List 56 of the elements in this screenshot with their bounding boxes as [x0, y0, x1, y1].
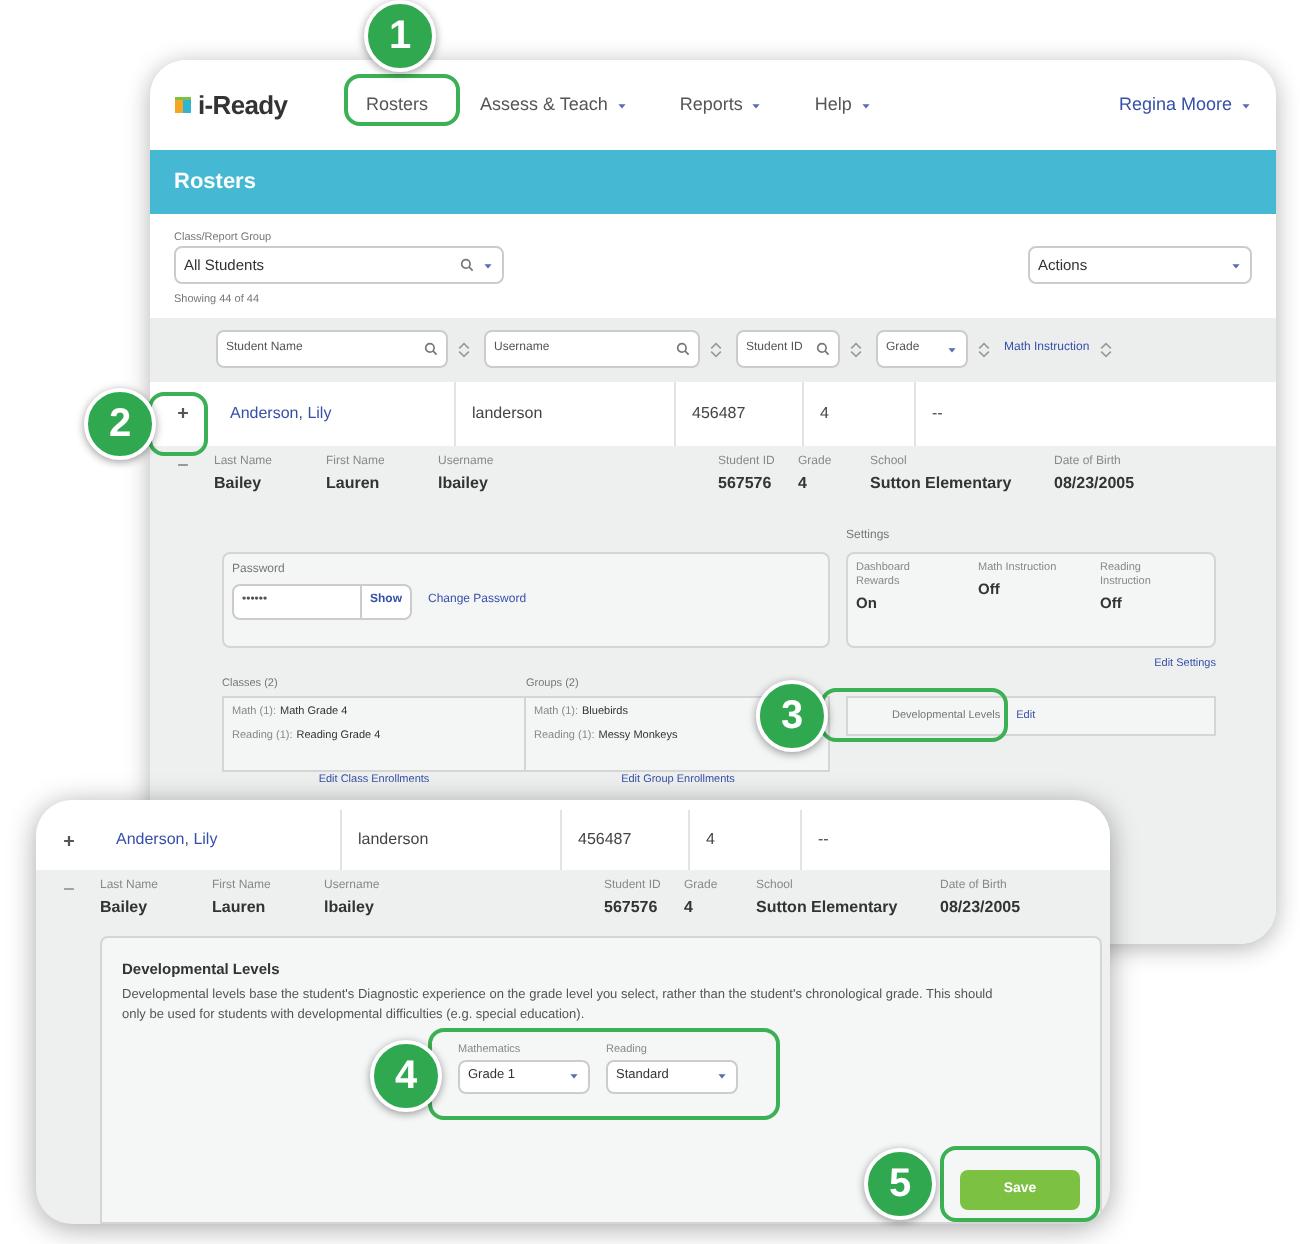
search-icon — [816, 342, 830, 356]
field-value: 4 — [684, 896, 695, 920]
sort-icon — [1097, 339, 1114, 359]
student-name-link[interactable]: Anderson, Lily — [230, 401, 332, 425]
table-cell: landerson — [358, 828, 429, 852]
caret-icon — [1230, 259, 1242, 272]
field-value: 567576 — [718, 471, 774, 495]
plus-icon — [175, 406, 189, 420]
caret-icon — [568, 1070, 580, 1082]
cube-logo-icon — [174, 95, 194, 115]
sort-icon — [848, 339, 864, 359]
caret-icon — [1240, 99, 1252, 111]
highlight-outline — [344, 74, 460, 126]
minus-icon — [61, 882, 75, 896]
caret-icon — [750, 99, 763, 111]
nav-link[interactable]: Reports — [679, 91, 763, 119]
step-number-badge: 2 — [84, 388, 156, 460]
user-menu[interactable]: Regina Moore — [1118, 91, 1252, 119]
field-value: 08/23/2005 — [940, 896, 1023, 920]
search-icon — [676, 342, 690, 356]
table-cell: 456487 — [692, 401, 746, 425]
search-icon — [424, 342, 438, 356]
caret-icon — [716, 1070, 728, 1082]
table-cell: 4 — [820, 401, 829, 425]
field-value: Bailey — [214, 471, 264, 495]
field-value: 567576 — [604, 896, 660, 920]
field-value: lbailey — [324, 896, 376, 920]
field-value: Sutton Elementary — [870, 471, 1014, 495]
student-name-link[interactable]: Anderson, Lily — [116, 828, 218, 852]
field-value: 4 — [798, 471, 809, 495]
sort-icon — [456, 339, 472, 359]
field-value: Lauren — [212, 896, 268, 920]
nav-link[interactable]: Help — [814, 91, 872, 119]
nav-link[interactable]: Rosters — [366, 91, 429, 119]
table-cell: -- — [932, 401, 943, 425]
step-number-badge: 1 — [364, 0, 436, 72]
sort-icon — [976, 339, 992, 359]
table-cell: 456487 — [578, 828, 632, 852]
logo-text: i-Ready — [198, 87, 288, 124]
field-value: Lauren — [326, 471, 382, 495]
caret-icon — [482, 259, 494, 272]
search-icon — [460, 258, 474, 273]
caret-icon — [946, 343, 958, 355]
plus-icon — [61, 833, 75, 847]
field-value: lbailey — [438, 471, 490, 495]
sort-icon — [708, 339, 724, 359]
caret-icon — [859, 99, 872, 111]
table-cell: -- — [818, 828, 829, 852]
page-title: Rosters — [174, 167, 256, 198]
caret-icon — [615, 99, 628, 111]
table-cell: 4 — [706, 828, 715, 852]
table-cell: landerson — [472, 401, 543, 425]
nav-link[interactable]: Assess & Teach — [480, 91, 628, 119]
field-value: Bailey — [100, 896, 150, 920]
field-value: Sutton Elementary — [756, 896, 900, 920]
field-value: 08/23/2005 — [1054, 471, 1137, 495]
